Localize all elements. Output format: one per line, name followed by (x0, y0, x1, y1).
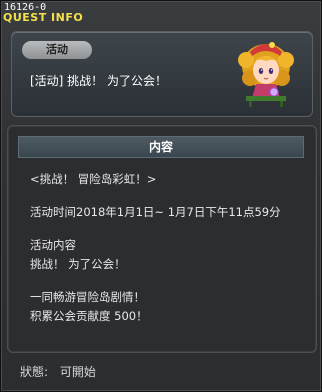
content-line-period: 活动时间2018年1月1日~ 1月7日下午11点59分 (30, 205, 281, 219)
status-value: 可開始 (59, 365, 96, 379)
content-line-story: 一同畅游冒险岛剧情！ (30, 290, 145, 304)
content-panel: 内容 <挑战！ 冒险岛彩虹！> 活动时间2018年1月1日~ 1月7日下午11点… (7, 125, 317, 353)
quest-status: 狀態: 可開始 (20, 363, 96, 380)
content-line-contribution: 积累公会贡献度 500！ (30, 309, 148, 323)
content-line-details-heading: 活动内容 (30, 238, 76, 252)
window-title: QUEST INFO (3, 11, 84, 24)
status-label: 狀態: (20, 365, 49, 379)
content-line-subtitle: <挑战！ 冒险岛彩虹！> (30, 172, 157, 186)
event-title: [活动] 挑战！ 为了公会！ (30, 74, 167, 88)
content-text: <挑战！ 冒险岛彩虹！> 活动时间2018年1月1日~ 1月7日下午11点59分… (30, 170, 308, 326)
quest-info-window: 16126-0 QUEST INFO 活动 [活动] 挑战！ 为了公会！ 内容 … (0, 0, 322, 392)
event-tag-badge: 活动 (22, 41, 92, 59)
event-panel: 活动 [活动] 挑战！ 为了公会！ (11, 31, 313, 117)
npc-avatar (238, 42, 294, 107)
content-line-details: 挑战！ 为了公会！ (30, 257, 126, 271)
content-header: 内容 (18, 136, 304, 158)
